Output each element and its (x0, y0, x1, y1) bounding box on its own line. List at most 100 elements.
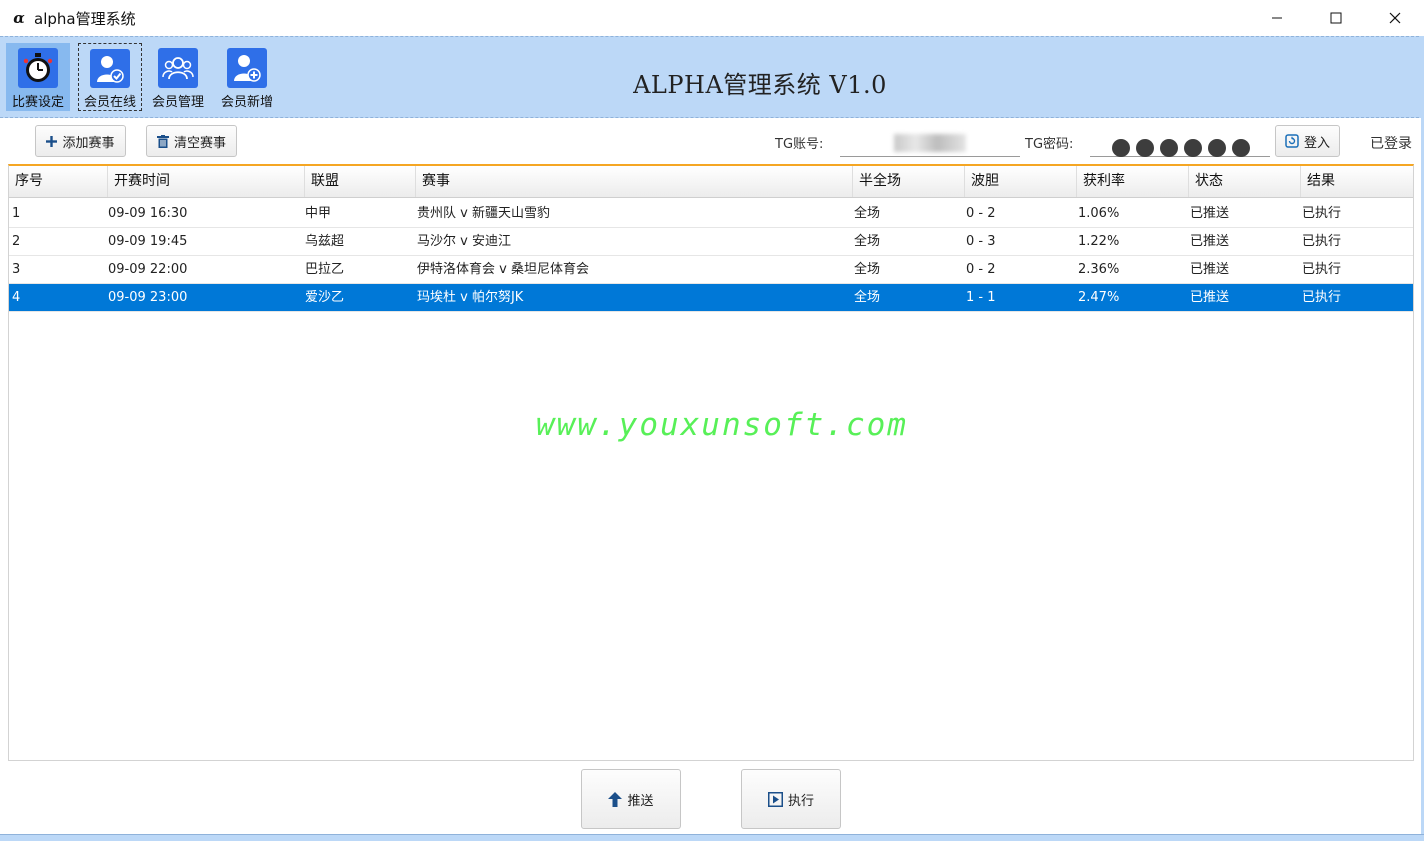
cell-profit-rate: 2.47% (1078, 290, 1120, 305)
ribbon-member-add-button[interactable]: 会员新增 (215, 43, 279, 111)
action-bar: 推送 执行 (0, 762, 1424, 841)
match-toolbar: 添加赛事 清空赛事 TG账号: TG密码: 登入 已登录 (0, 119, 1424, 163)
cell-start-time: 09-09 22:00 (108, 262, 188, 277)
add-match-button[interactable]: 添加赛事 (35, 125, 126, 157)
cell-profit-rate: 1.22% (1078, 234, 1120, 249)
cell-status: 已推送 (1190, 290, 1230, 305)
cell-result: 已执行 (1302, 206, 1342, 221)
column-header-score[interactable]: 波胆 (964, 166, 1076, 197)
cell-match: 贵州队 v 新疆天山雪豹 (417, 206, 550, 221)
table-row[interactable]: 2 09-09 19:45 乌兹超 马沙尔 v 安迪江 全场 0 - 3 1.2… (9, 228, 1413, 256)
login-icon (1285, 134, 1299, 148)
tg-account-field[interactable] (840, 127, 1020, 157)
play-icon (767, 791, 783, 807)
cell-league: 中甲 (305, 206, 332, 221)
cell-profit-rate: 2.36% (1078, 262, 1120, 277)
cell-status: 已推送 (1190, 262, 1230, 277)
execute-button[interactable]: 执行 (741, 769, 841, 829)
ribbon-button-label: 会员新增 (220, 95, 273, 110)
window-controls (1247, 0, 1424, 36)
ribbon-toolbar: 比赛设定 会员在线 会员管理 会员新增 ALPHA管理系统 V1.0 (0, 36, 1424, 118)
window-title: alpha管理系统 (34, 9, 136, 28)
column-header-status[interactable]: 状态 (1188, 166, 1300, 197)
tg-account-label: TG账号: (775, 137, 824, 152)
column-header-profit-rate[interactable]: 获利率 (1076, 166, 1188, 197)
cell-start-time: 09-09 16:30 (108, 206, 188, 221)
cell-score: 0 - 2 (966, 262, 996, 277)
login-label: 登入 (1303, 135, 1330, 151)
clear-matches-button[interactable]: 清空赛事 (146, 125, 237, 157)
maximize-icon (1330, 12, 1341, 24)
cell-league: 爱沙乙 (305, 290, 345, 305)
cell-score: 0 - 3 (966, 234, 996, 249)
column-header-result[interactable]: 结果 (1300, 166, 1413, 197)
cell-status: 已推送 (1190, 206, 1230, 221)
column-header-league[interactable]: 联盟 (304, 166, 415, 197)
password-mask (1112, 139, 1250, 157)
login-button[interactable]: 登入 (1275, 125, 1340, 157)
app-logo-icon: α (13, 9, 25, 27)
cell-match: 玛埃杜 v 帕尔努JK (417, 290, 524, 305)
close-button[interactable] (1365, 0, 1424, 36)
title-bar: α alpha管理系统 (0, 0, 1424, 36)
ribbon-match-settings-button[interactable]: 比赛设定 (6, 43, 70, 111)
tg-password-label: TG密码: (1025, 137, 1074, 152)
cell-result: 已执行 (1302, 262, 1342, 277)
clear-matches-label: 清空赛事 (173, 135, 226, 151)
cell-half-full: 全场 (854, 290, 881, 305)
cell-index: 2 (12, 234, 21, 249)
user-add-icon (227, 48, 267, 88)
cell-profit-rate: 1.06% (1078, 206, 1120, 221)
stopwatch-icon (18, 48, 58, 88)
cell-half-full: 全场 (854, 206, 881, 221)
cell-score: 1 - 1 (966, 290, 996, 305)
watermark: www.youxunsoft.com (536, 407, 908, 443)
cell-result: 已执行 (1302, 234, 1342, 249)
ribbon-button-label: 比赛设定 (11, 95, 64, 110)
table-row[interactable]: 3 09-09 22:00 巴拉乙 伊特洛体育会 v 桑坦尼体育会 全场 0 -… (9, 256, 1413, 284)
cell-start-time: 09-09 23:00 (108, 290, 188, 305)
cell-match: 马沙尔 v 安迪江 (417, 234, 511, 249)
push-button[interactable]: 推送 (581, 769, 681, 829)
user-check-icon (90, 49, 130, 88)
redacted-account-value (894, 134, 966, 152)
ribbon-button-label: 会员管理 (151, 95, 204, 110)
column-header-index[interactable]: 序号 (9, 166, 107, 197)
trash-icon (156, 134, 169, 148)
status-strip (0, 834, 1424, 841)
cell-half-full: 全场 (854, 234, 881, 249)
arrow-up-icon (608, 791, 623, 807)
column-header-match[interactable]: 赛事 (415, 166, 852, 197)
cell-league: 乌兹超 (305, 234, 345, 249)
cell-league: 巴拉乙 (305, 262, 345, 277)
ribbon-member-management-button[interactable]: 会员管理 (146, 43, 210, 111)
cell-half-full: 全场 (854, 262, 881, 277)
cell-index: 1 (12, 206, 21, 221)
tg-password-field[interactable] (1090, 127, 1270, 157)
match-table: 序号 开赛时间 联盟 赛事 半全场 波胆 获利率 状态 结果 1 09-09 1… (8, 164, 1414, 761)
cell-index: 3 (12, 262, 21, 277)
minimize-button[interactable] (1247, 0, 1306, 36)
cell-status: 已推送 (1190, 234, 1230, 249)
users-group-icon (158, 48, 198, 88)
app-heading: ALPHA管理系统 V1.0 (633, 71, 887, 99)
login-status: 已登录 (1370, 136, 1412, 152)
ribbon-button-label: 会员在线 (83, 95, 136, 110)
add-match-label: 添加赛事 (62, 135, 115, 151)
table-header: 序号 开赛时间 联盟 赛事 半全场 波胆 获利率 状态 结果 (9, 166, 1413, 198)
push-label: 推送 (627, 793, 654, 809)
column-header-start-time[interactable]: 开赛时间 (107, 166, 304, 197)
column-header-half-full[interactable]: 半全场 (852, 166, 964, 197)
table-row-selected[interactable]: 4 09-09 23:00 爱沙乙 玛埃杜 v 帕尔努JK 全场 1 - 1 2… (9, 284, 1413, 312)
cell-score: 0 - 2 (966, 206, 996, 221)
ribbon-members-online-button[interactable]: 会员在线 (78, 43, 142, 111)
execute-label: 执行 (787, 793, 814, 809)
table-row[interactable]: 1 09-09 16:30 中甲 贵州队 v 新疆天山雪豹 全场 0 - 2 1… (9, 200, 1413, 228)
plus-icon (46, 135, 58, 147)
maximize-button[interactable] (1306, 0, 1365, 36)
cell-index: 4 (12, 290, 21, 305)
minimize-icon (1271, 17, 1282, 19)
cell-start-time: 09-09 19:45 (108, 234, 188, 249)
cell-result: 已执行 (1302, 290, 1342, 305)
close-icon (1389, 12, 1400, 24)
